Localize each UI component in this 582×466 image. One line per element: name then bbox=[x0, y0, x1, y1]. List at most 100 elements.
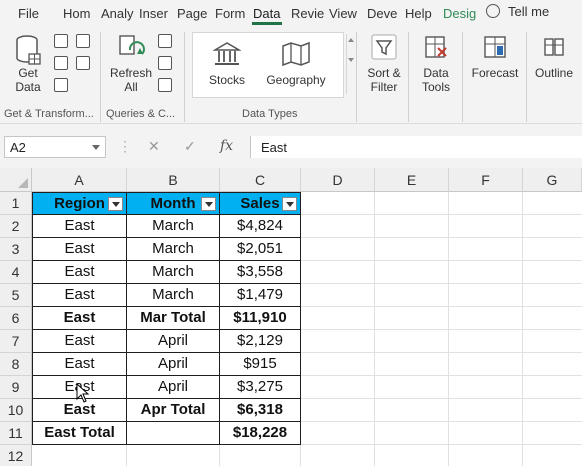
row-header-9[interactable]: 9 bbox=[0, 376, 32, 399]
tab-help[interactable]: Help bbox=[405, 6, 432, 21]
table-header-month[interactable]: Month bbox=[127, 192, 220, 215]
ribbon-separator bbox=[356, 32, 357, 122]
column-header-a[interactable]: A bbox=[32, 168, 127, 192]
row-header-5[interactable]: 5 bbox=[0, 284, 32, 307]
table-cell[interactable]: $3,275 bbox=[220, 376, 301, 399]
table-cell[interactable]: $1,479 bbox=[220, 284, 301, 307]
table-cell[interactable]: $3,558 bbox=[220, 261, 301, 284]
filter-dropdown-icon[interactable] bbox=[201, 197, 216, 211]
tab-page-layout[interactable]: Page bbox=[177, 6, 207, 21]
table-cell[interactable]: East bbox=[32, 215, 127, 238]
row-header-11[interactable]: 11 bbox=[0, 422, 32, 445]
table-cell[interactable]: $4,824 bbox=[220, 215, 301, 238]
outline-label: Outline bbox=[534, 66, 574, 80]
table-cell[interactable] bbox=[127, 422, 220, 445]
tell-me-box[interactable]: Tell me bbox=[486, 4, 549, 19]
row-header-2[interactable]: 2 bbox=[0, 215, 32, 238]
tab-insert[interactable]: Inser bbox=[139, 6, 168, 21]
row-header-8[interactable]: 8 bbox=[0, 353, 32, 376]
worksheet-grid[interactable]: ABCDEFG 1 2 3 4 5 6 7 8 9 10 11 12 Region Month Sales… bbox=[0, 168, 582, 466]
tab-review[interactable]: Revie bbox=[291, 6, 324, 21]
row-header-3[interactable]: 3 bbox=[0, 238, 32, 261]
table-cell[interactable]: $18,228 bbox=[220, 422, 301, 445]
table-cell[interactable]: March bbox=[127, 238, 220, 261]
table-cell[interactable]: East bbox=[32, 330, 127, 353]
forecast-button[interactable]: Forecast bbox=[468, 34, 522, 80]
queries-connections-icon[interactable] bbox=[158, 34, 172, 48]
row-header-4[interactable]: 4 bbox=[0, 261, 32, 284]
name-box-value: A2 bbox=[10, 140, 26, 155]
tab-design[interactable]: Desig bbox=[443, 6, 476, 21]
table-header-sales[interactable]: Sales bbox=[220, 192, 301, 215]
column-header-b[interactable]: B bbox=[127, 168, 220, 192]
table-cell[interactable]: April bbox=[127, 376, 220, 399]
recent-sources-icon[interactable] bbox=[76, 34, 90, 48]
row-header-7[interactable]: 7 bbox=[0, 330, 32, 353]
insert-function-icon[interactable]: fx bbox=[220, 138, 233, 154]
existing-connections-icon[interactable] bbox=[76, 56, 90, 70]
table-cell[interactable]: East bbox=[32, 307, 127, 330]
table-cell[interactable]: $11,910 bbox=[220, 307, 301, 330]
table-cell[interactable]: March bbox=[127, 215, 220, 238]
table-cell[interactable]: East bbox=[32, 353, 127, 376]
tab-developer[interactable]: Deve bbox=[367, 6, 397, 21]
filter-dropdown-icon[interactable] bbox=[108, 197, 123, 211]
sort-filter-button[interactable]: Sort & Filter bbox=[362, 34, 406, 94]
forecast-icon bbox=[484, 36, 506, 58]
cancel-icon[interactable]: ✕ bbox=[148, 138, 160, 155]
forecast-label: Forecast bbox=[471, 66, 519, 80]
get-data-button[interactable]: Get Data bbox=[8, 32, 48, 94]
outline-button[interactable]: Outline bbox=[530, 34, 578, 80]
table-cell[interactable]: April bbox=[127, 330, 220, 353]
data-tools-button[interactable]: Data Tools bbox=[414, 34, 458, 94]
edit-links-icon[interactable] bbox=[158, 78, 172, 92]
row-header-6[interactable]: 6 bbox=[0, 307, 32, 330]
column-header-c[interactable]: C bbox=[220, 168, 301, 192]
table-cell[interactable]: $2,051 bbox=[220, 238, 301, 261]
enter-icon[interactable]: ✓ bbox=[184, 138, 196, 155]
gallery-scroll[interactable] bbox=[346, 34, 354, 94]
stocks-button[interactable]: Stocks bbox=[201, 41, 253, 87]
row-header-12[interactable]: 12 bbox=[0, 445, 32, 466]
table-cell[interactable]: March bbox=[127, 261, 220, 284]
from-text-icon[interactable] bbox=[54, 34, 68, 48]
from-web-icon[interactable] bbox=[54, 56, 68, 70]
filter-dropdown-icon[interactable] bbox=[282, 197, 297, 211]
row-header-1[interactable]: 1 bbox=[0, 192, 32, 215]
table-cell[interactable]: Mar Total bbox=[127, 307, 220, 330]
properties-icon[interactable] bbox=[158, 56, 172, 70]
geography-button[interactable]: Geography bbox=[263, 41, 329, 87]
tab-data[interactable]: Data bbox=[253, 6, 280, 21]
tab-formulas[interactable]: Form bbox=[215, 6, 245, 21]
table-cell[interactable]: April bbox=[127, 353, 220, 376]
database-icon bbox=[16, 35, 41, 65]
name-box[interactable]: A2 bbox=[4, 136, 106, 158]
table-header-region[interactable]: Region bbox=[32, 192, 127, 215]
table-cell[interactable]: March bbox=[127, 284, 220, 307]
row-header-10[interactable]: 10 bbox=[0, 399, 32, 422]
from-table-icon[interactable] bbox=[54, 78, 68, 92]
formula-input[interactable]: East bbox=[250, 136, 582, 158]
tab-analyze[interactable]: Analy bbox=[101, 6, 134, 21]
tab-view[interactable]: View bbox=[329, 6, 357, 21]
search-icon bbox=[486, 4, 500, 18]
tab-home[interactable]: Hom bbox=[63, 6, 90, 21]
column-header-d[interactable]: D bbox=[301, 168, 375, 192]
select-all-corner[interactable] bbox=[0, 168, 32, 192]
data-types-gallery: Stocks Geography bbox=[192, 32, 344, 98]
column-header-f[interactable]: F bbox=[449, 168, 523, 192]
table-cell[interactable]: East bbox=[32, 238, 127, 261]
column-header-g[interactable]: G bbox=[523, 168, 582, 192]
table-cell[interactable]: Apr Total bbox=[127, 399, 220, 422]
column-header-e[interactable]: E bbox=[375, 168, 449, 192]
table-cell[interactable]: East bbox=[32, 261, 127, 284]
table-cell[interactable]: $915 bbox=[220, 353, 301, 376]
map-icon bbox=[282, 41, 310, 67]
table-cell[interactable]: $6,318 bbox=[220, 399, 301, 422]
table-cell[interactable]: East Total bbox=[32, 422, 127, 445]
refresh-all-button[interactable]: Refresh All bbox=[108, 32, 154, 94]
table-cell[interactable]: East bbox=[32, 284, 127, 307]
table-cell[interactable]: $2,129 bbox=[220, 330, 301, 353]
tab-file[interactable]: File bbox=[18, 6, 39, 21]
formula-value: East bbox=[261, 140, 288, 155]
